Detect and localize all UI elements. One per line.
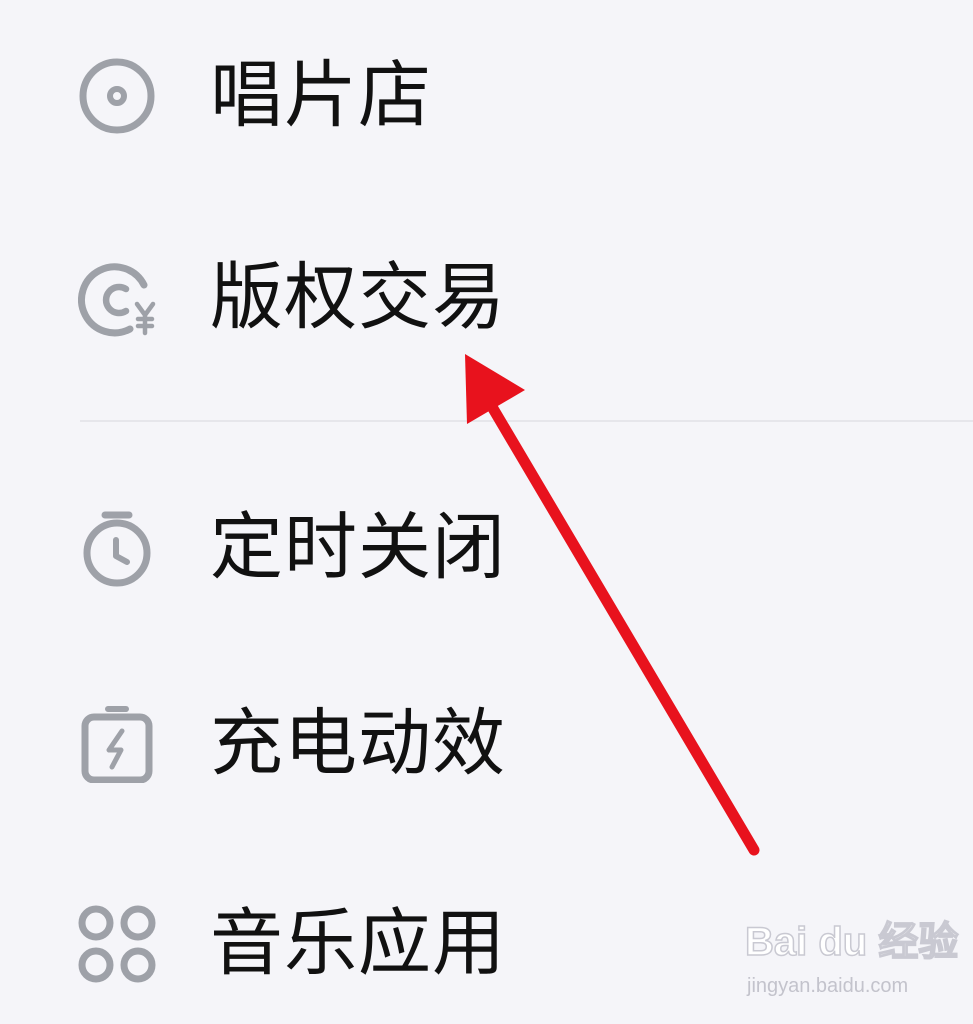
menu-item-label: 音乐应用 (210, 901, 506, 986)
apps-grid-icon (78, 905, 156, 983)
battery-charging-icon (78, 705, 156, 783)
menu-item-label: 定时关闭 (210, 505, 506, 590)
menu-item-record-store[interactable]: 唱片店 (0, 20, 973, 170)
menu-item-charging-animation[interactable]: 充电动效 (0, 668, 973, 818)
timer-icon (78, 509, 156, 587)
menu-item-label: 充电动效 (210, 701, 506, 786)
menu-item-label: 唱片店 (210, 53, 432, 138)
watermark-url: jingyan.baidu.com (747, 975, 909, 997)
watermark-brand: Bai du 经验 (744, 919, 959, 965)
menu-item-label: 版权交易 (210, 255, 506, 340)
section-divider (80, 420, 973, 422)
copyright-yen-icon (78, 259, 156, 337)
menu-item-sleep-timer[interactable]: 定时关闭 (0, 472, 973, 622)
watermark: Bai du 经验 jingyan.baidu.com (744, 918, 965, 1008)
disc-icon (78, 57, 156, 135)
menu-item-copyright-trade[interactable]: 版权交易 (0, 222, 973, 372)
